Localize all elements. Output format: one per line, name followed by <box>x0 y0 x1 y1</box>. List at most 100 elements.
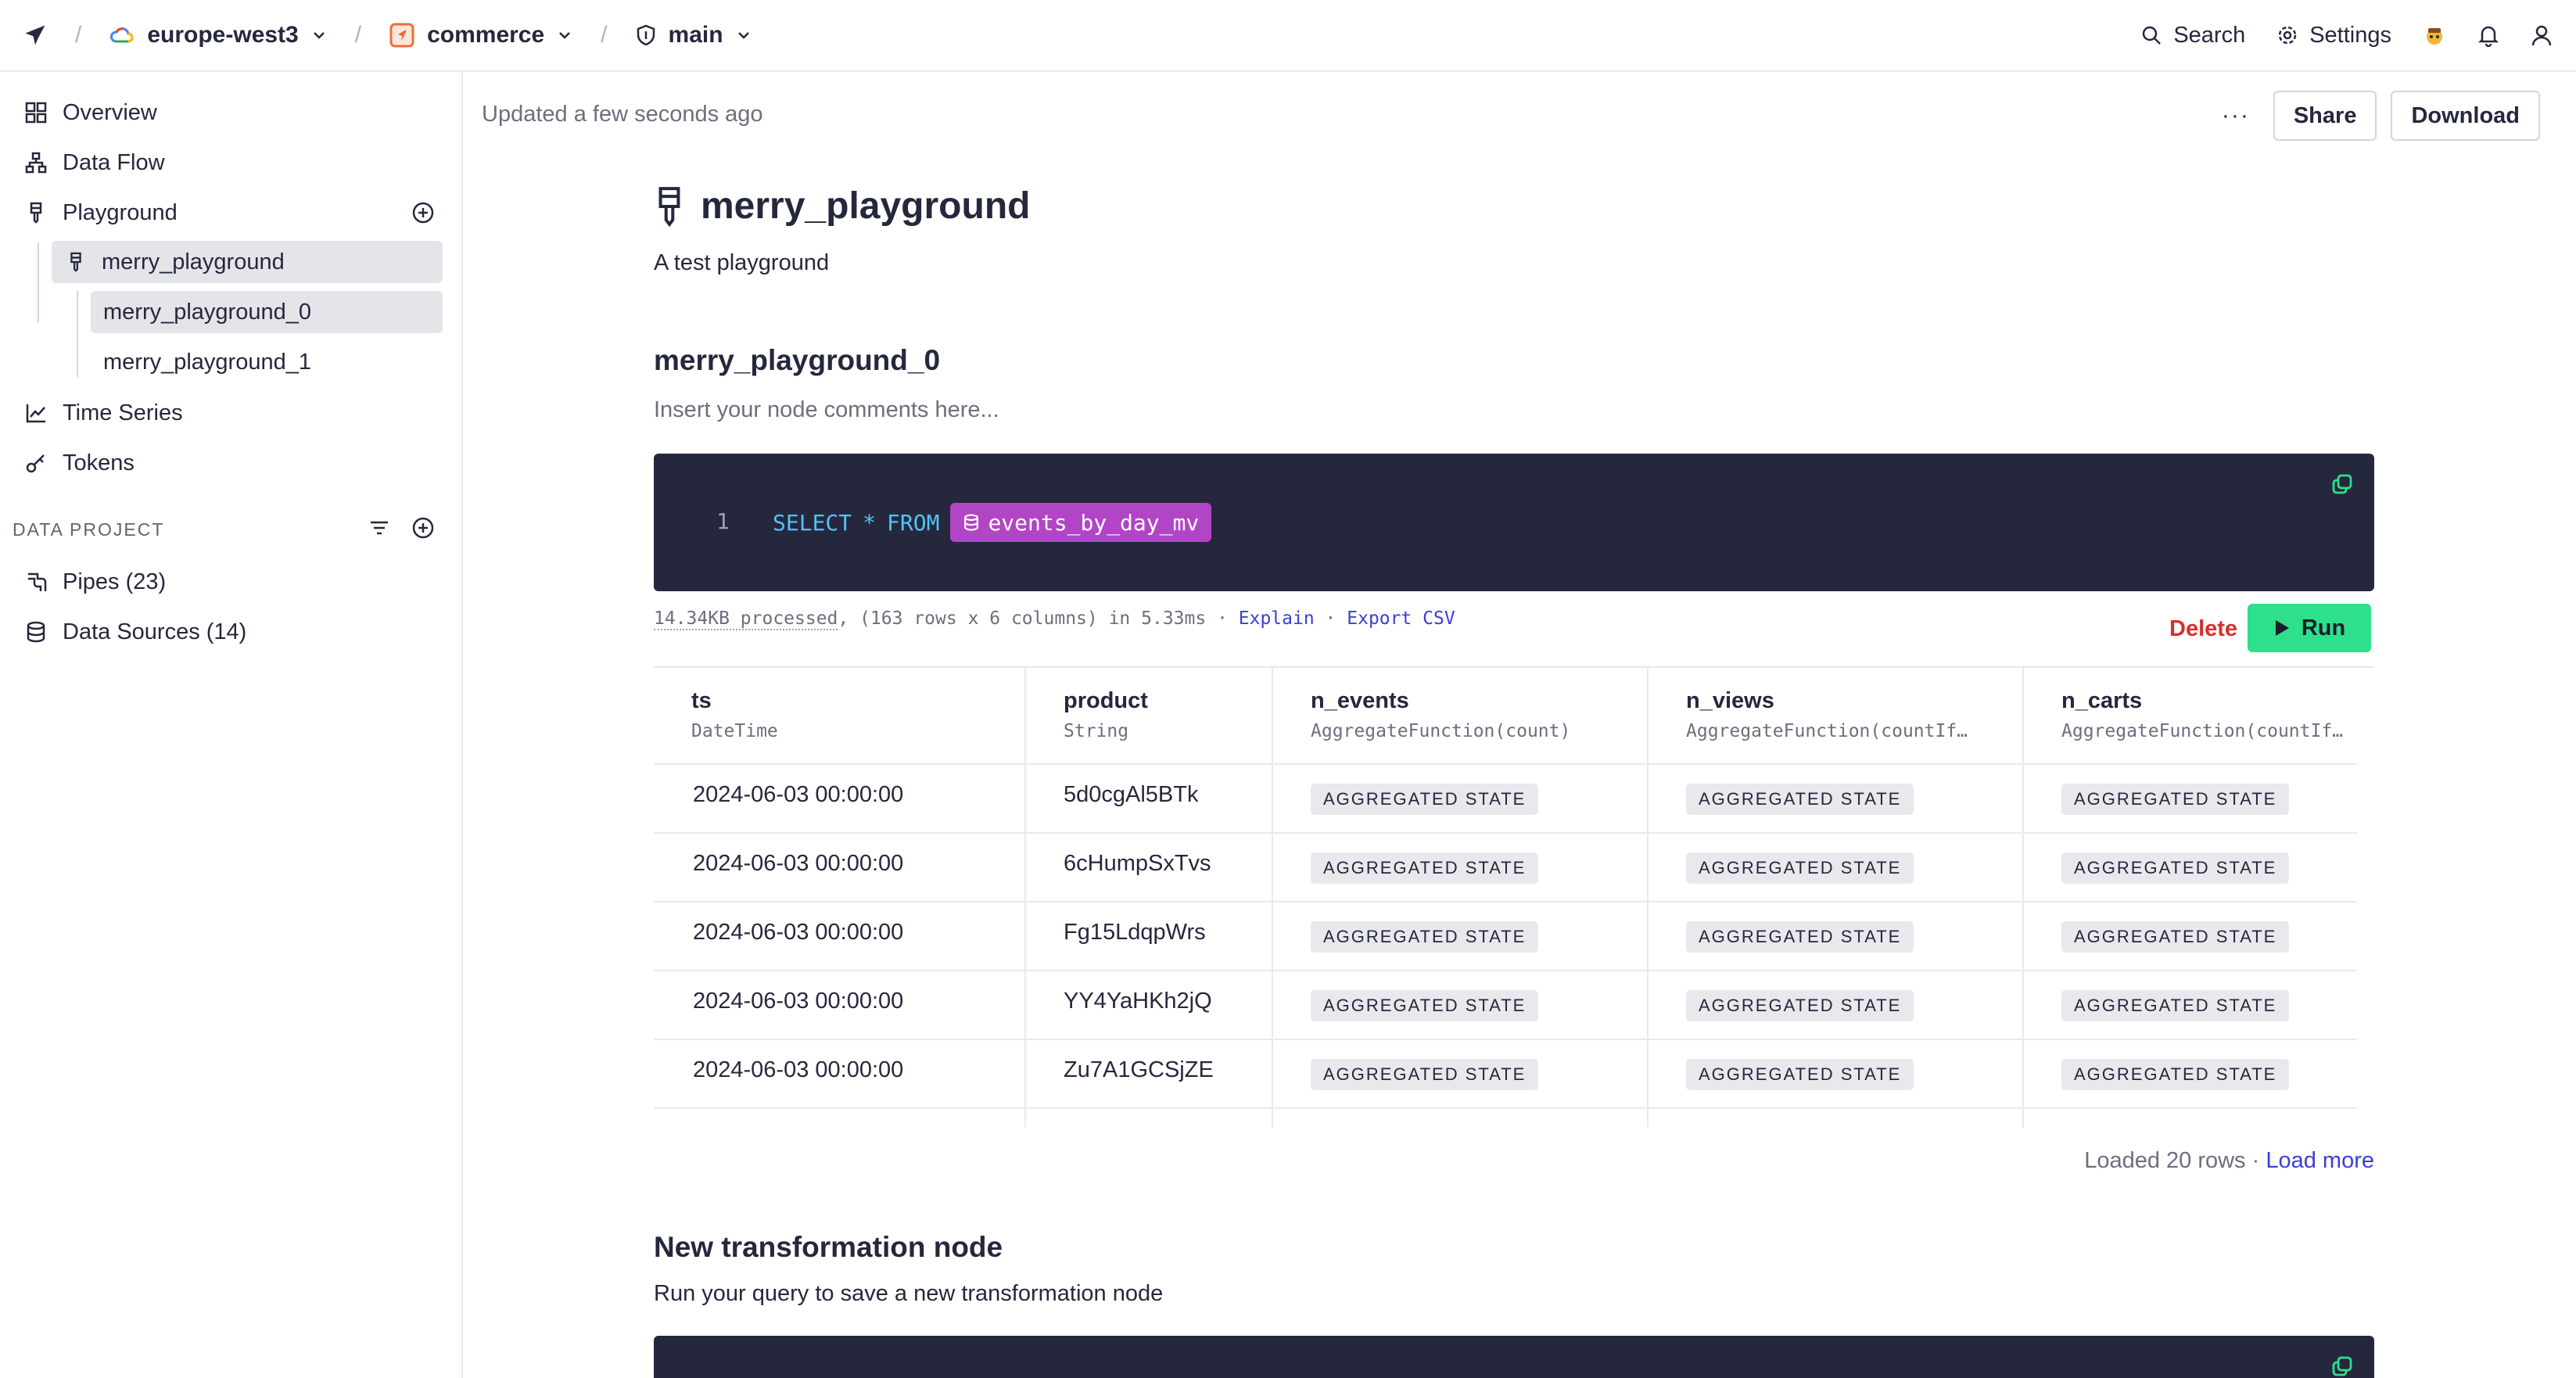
download-button[interactable]: Download <box>2391 91 2540 141</box>
workspace-icon <box>389 23 414 48</box>
aggregated-state-badge: AGGREGATED STATE <box>2061 784 2290 815</box>
column-header-type: AggregateFunction(count) <box>1311 721 1571 741</box>
tree-line <box>77 291 78 377</box>
aggregated-state-badge: AGGREGATED STATE <box>1686 990 1914 1021</box>
copy-icon[interactable] <box>2330 472 2354 496</box>
filter-icon[interactable] <box>368 516 391 540</box>
sidebar-item-data-sources[interactable]: Data Sources (14) <box>0 610 463 654</box>
column-header-name: n_events <box>1311 688 1409 713</box>
section-label-data-project: DATA PROJECT <box>13 519 165 540</box>
aggregated-state-badge: AGGREGATED STATE <box>1311 921 1539 953</box>
chevron-down-icon <box>313 32 325 39</box>
sidebar-item-label: Data Sources (14) <box>63 619 247 644</box>
stats-separator: · <box>1206 608 1239 629</box>
aggregated-state-badge: AGGREGATED STATE <box>2061 1059 2290 1090</box>
mascot-icon[interactable] <box>2423 23 2446 47</box>
delete-button[interactable]: Delete <box>2169 616 2237 642</box>
flow-icon <box>25 152 47 174</box>
line-number: 1 <box>716 508 730 534</box>
bell-icon[interactable] <box>2477 23 2499 47</box>
sidebar-item-pipes[interactable]: Pipes (23) <box>0 560 463 604</box>
node-comment-field[interactable]: Insert your node comments here... <box>654 397 999 423</box>
column-header-name: product <box>1064 688 1148 713</box>
stats-separator: · <box>1314 608 1347 629</box>
tree-line <box>38 242 39 322</box>
sidebar-item-data-flow[interactable]: Data Flow <box>0 141 463 185</box>
gear-icon <box>2278 26 2297 45</box>
row-divider <box>654 1039 2357 1040</box>
export-csv-link[interactable]: Export CSV <box>1347 608 1455 629</box>
row-divider <box>654 763 2357 765</box>
region-selector[interactable]: europe-west3 <box>109 22 326 48</box>
sidebar-item-merry-playground[interactable]: merry_playground <box>52 241 443 283</box>
search-icon <box>2143 26 2162 45</box>
user-icon[interactable] <box>2531 23 2553 47</box>
results-table[interactable]: ts DateTime product String n_events Aggr… <box>654 666 2374 1128</box>
rows-loaded-status: Loaded 20 rows · Load more <box>2084 1148 2374 1174</box>
cell-product: 6cHumpSxTvs <box>1064 851 1211 876</box>
page-title-text: merry_playground <box>701 185 1031 227</box>
tinybird-logo-icon[interactable] <box>23 23 47 47</box>
cloud-icon <box>110 27 134 43</box>
workspace-label: commerce <box>427 22 545 48</box>
aggregated-state-badge: AGGREGATED STATE <box>1311 990 1539 1021</box>
aggregated-state-badge: AGGREGATED STATE <box>2061 990 2290 1021</box>
copy-icon[interactable] <box>2330 1355 2354 1378</box>
sidebar-item-overview[interactable]: Overview <box>0 91 463 135</box>
aggregated-state-badge: AGGREGATED STATE <box>1311 784 1539 815</box>
more-options-button[interactable]: ··· <box>2212 92 2259 139</box>
column-header-type: AggregateFunction(countIf… <box>1686 721 1968 741</box>
explain-link[interactable]: Explain <box>1239 608 1315 629</box>
node-title[interactable]: merry_playground_0 <box>654 344 940 377</box>
aggregated-state-badge: AGGREGATED STATE <box>1686 784 1914 815</box>
new-node-sql-editor[interactable] <box>654 1336 2374 1378</box>
query-detail: , (163 rows x 6 columns) in 5.33ms <box>838 608 1207 629</box>
settings-button[interactable]: Settings <box>2276 23 2391 48</box>
key-icon <box>26 454 45 473</box>
breadcrumb-separator: / <box>75 22 82 48</box>
pipe-icon <box>28 572 47 591</box>
loaded-count: Loaded 20 rows · <box>2084 1148 2266 1173</box>
add-resource-icon[interactable] <box>411 516 435 540</box>
new-node-hint: Run your query to save a new transformat… <box>654 1281 1164 1306</box>
row-divider <box>654 1107 2357 1109</box>
search-button[interactable]: Search <box>2140 23 2245 48</box>
workspace-selector[interactable]: commerce <box>389 22 572 48</box>
chevron-down-icon <box>559 32 571 39</box>
aggregated-state-badge: AGGREGATED STATE <box>1311 852 1539 884</box>
cell-product: Zu7A1GCSjZE <box>1064 1057 1214 1082</box>
sidebar-item-time-series[interactable]: Time Series <box>0 391 463 435</box>
sidebar-item-merry-playground-0[interactable]: merry_playground_0 <box>91 291 443 333</box>
sql-code[interactable]: SELECT * FROM events_by_day_mv <box>773 503 1212 542</box>
datasource-chip[interactable]: events_by_day_mv <box>950 503 1212 542</box>
playground-icon <box>658 186 680 227</box>
branch-selector[interactable]: main <box>636 22 752 48</box>
sidebar-item-label: Pipes (23) <box>63 569 167 594</box>
column-header-type: String <box>1064 721 1129 741</box>
breadcrumb-separator: / <box>601 22 608 48</box>
branch-label: main <box>668 22 723 48</box>
share-button[interactable]: Share <box>2273 91 2377 141</box>
playground-icon <box>70 252 81 272</box>
sidebar-item-merry-playground-1[interactable]: merry_playground_1 <box>91 341 443 383</box>
load-more-link[interactable]: Load more <box>2266 1148 2374 1173</box>
sql-editor[interactable]: 1 SELECT * FROM events_by_day_mv <box>654 454 2374 591</box>
sidebar-item-tokens[interactable]: Tokens <box>0 441 463 485</box>
play-icon <box>2275 620 2289 636</box>
cell-product: Fg15LdqpWrs <box>1064 920 1206 945</box>
run-button[interactable]: Run <box>2248 604 2371 652</box>
top-bar: / europe-west3 / commerce / main Search … <box>0 0 2576 72</box>
playground-icon <box>30 202 42 224</box>
playground-description[interactable]: A test playground <box>654 250 829 276</box>
sidebar-item-label: Data Flow <box>63 149 165 175</box>
new-node-title[interactable]: New transformation node <box>654 1231 1003 1264</box>
aggregated-state-badge: AGGREGATED STATE <box>2061 921 2290 953</box>
cell-ts: 2024-06-03 00:00:00 <box>693 920 904 945</box>
query-stats: 14.34KB processed, (163 rows x 6 columns… <box>654 608 1455 630</box>
add-playground-icon[interactable] <box>411 201 435 224</box>
chart-line-icon <box>26 404 45 423</box>
processed-size[interactable]: 14.34KB processed <box>654 608 838 630</box>
datasource-name: events_by_day_mv <box>988 509 1200 536</box>
column-header-type: DateTime <box>691 721 778 741</box>
sidebar-item-playground[interactable]: Playground <box>0 191 463 235</box>
